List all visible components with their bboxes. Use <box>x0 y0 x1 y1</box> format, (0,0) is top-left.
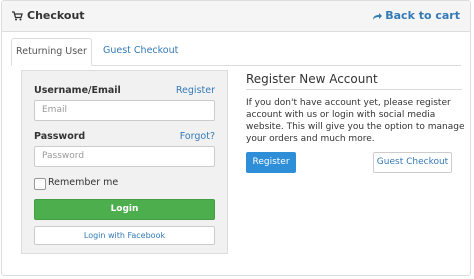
back-to-cart-label: Back to cart <box>385 9 460 22</box>
register-link[interactable]: Register <box>176 85 215 96</box>
username-label: Username/Email <box>34 85 121 96</box>
login-button[interactable]: Login <box>34 199 215 220</box>
checkout-tabs: Returning User Guest Checkout <box>11 38 461 66</box>
login-with-facebook-button[interactable]: Login with Facebook <box>34 226 215 245</box>
tab-returning-user[interactable]: Returning User <box>11 38 92 66</box>
forgot-password-link[interactable]: Forgot? <box>180 131 215 142</box>
back-to-cart-link[interactable]: Back to cart <box>372 9 460 22</box>
register-description: If you don't have account yet, please re… <box>246 98 465 144</box>
tab-guest-checkout[interactable]: Guest Checkout <box>103 38 178 65</box>
password-label: Password <box>34 131 86 142</box>
panel-header: Checkout Back to cart <box>2 1 470 32</box>
password-field[interactable]: Password <box>34 146 215 167</box>
register-heading: Register New Account <box>246 72 378 86</box>
email-field[interactable]: Email <box>34 100 215 121</box>
login-form: Username/Email Register Email Password F… <box>21 70 228 254</box>
remember-me-label: Remember me <box>48 177 119 188</box>
remember-me-checkbox[interactable] <box>34 178 46 190</box>
share-arrow-icon <box>373 13 383 20</box>
shopping-cart-icon <box>12 11 23 21</box>
guest-checkout-button[interactable]: Guest Checkout <box>373 152 452 173</box>
page-title-text: Checkout <box>27 9 85 22</box>
divider <box>246 89 462 90</box>
register-button[interactable]: Register <box>246 152 296 173</box>
page-title: Checkout <box>12 9 85 22</box>
